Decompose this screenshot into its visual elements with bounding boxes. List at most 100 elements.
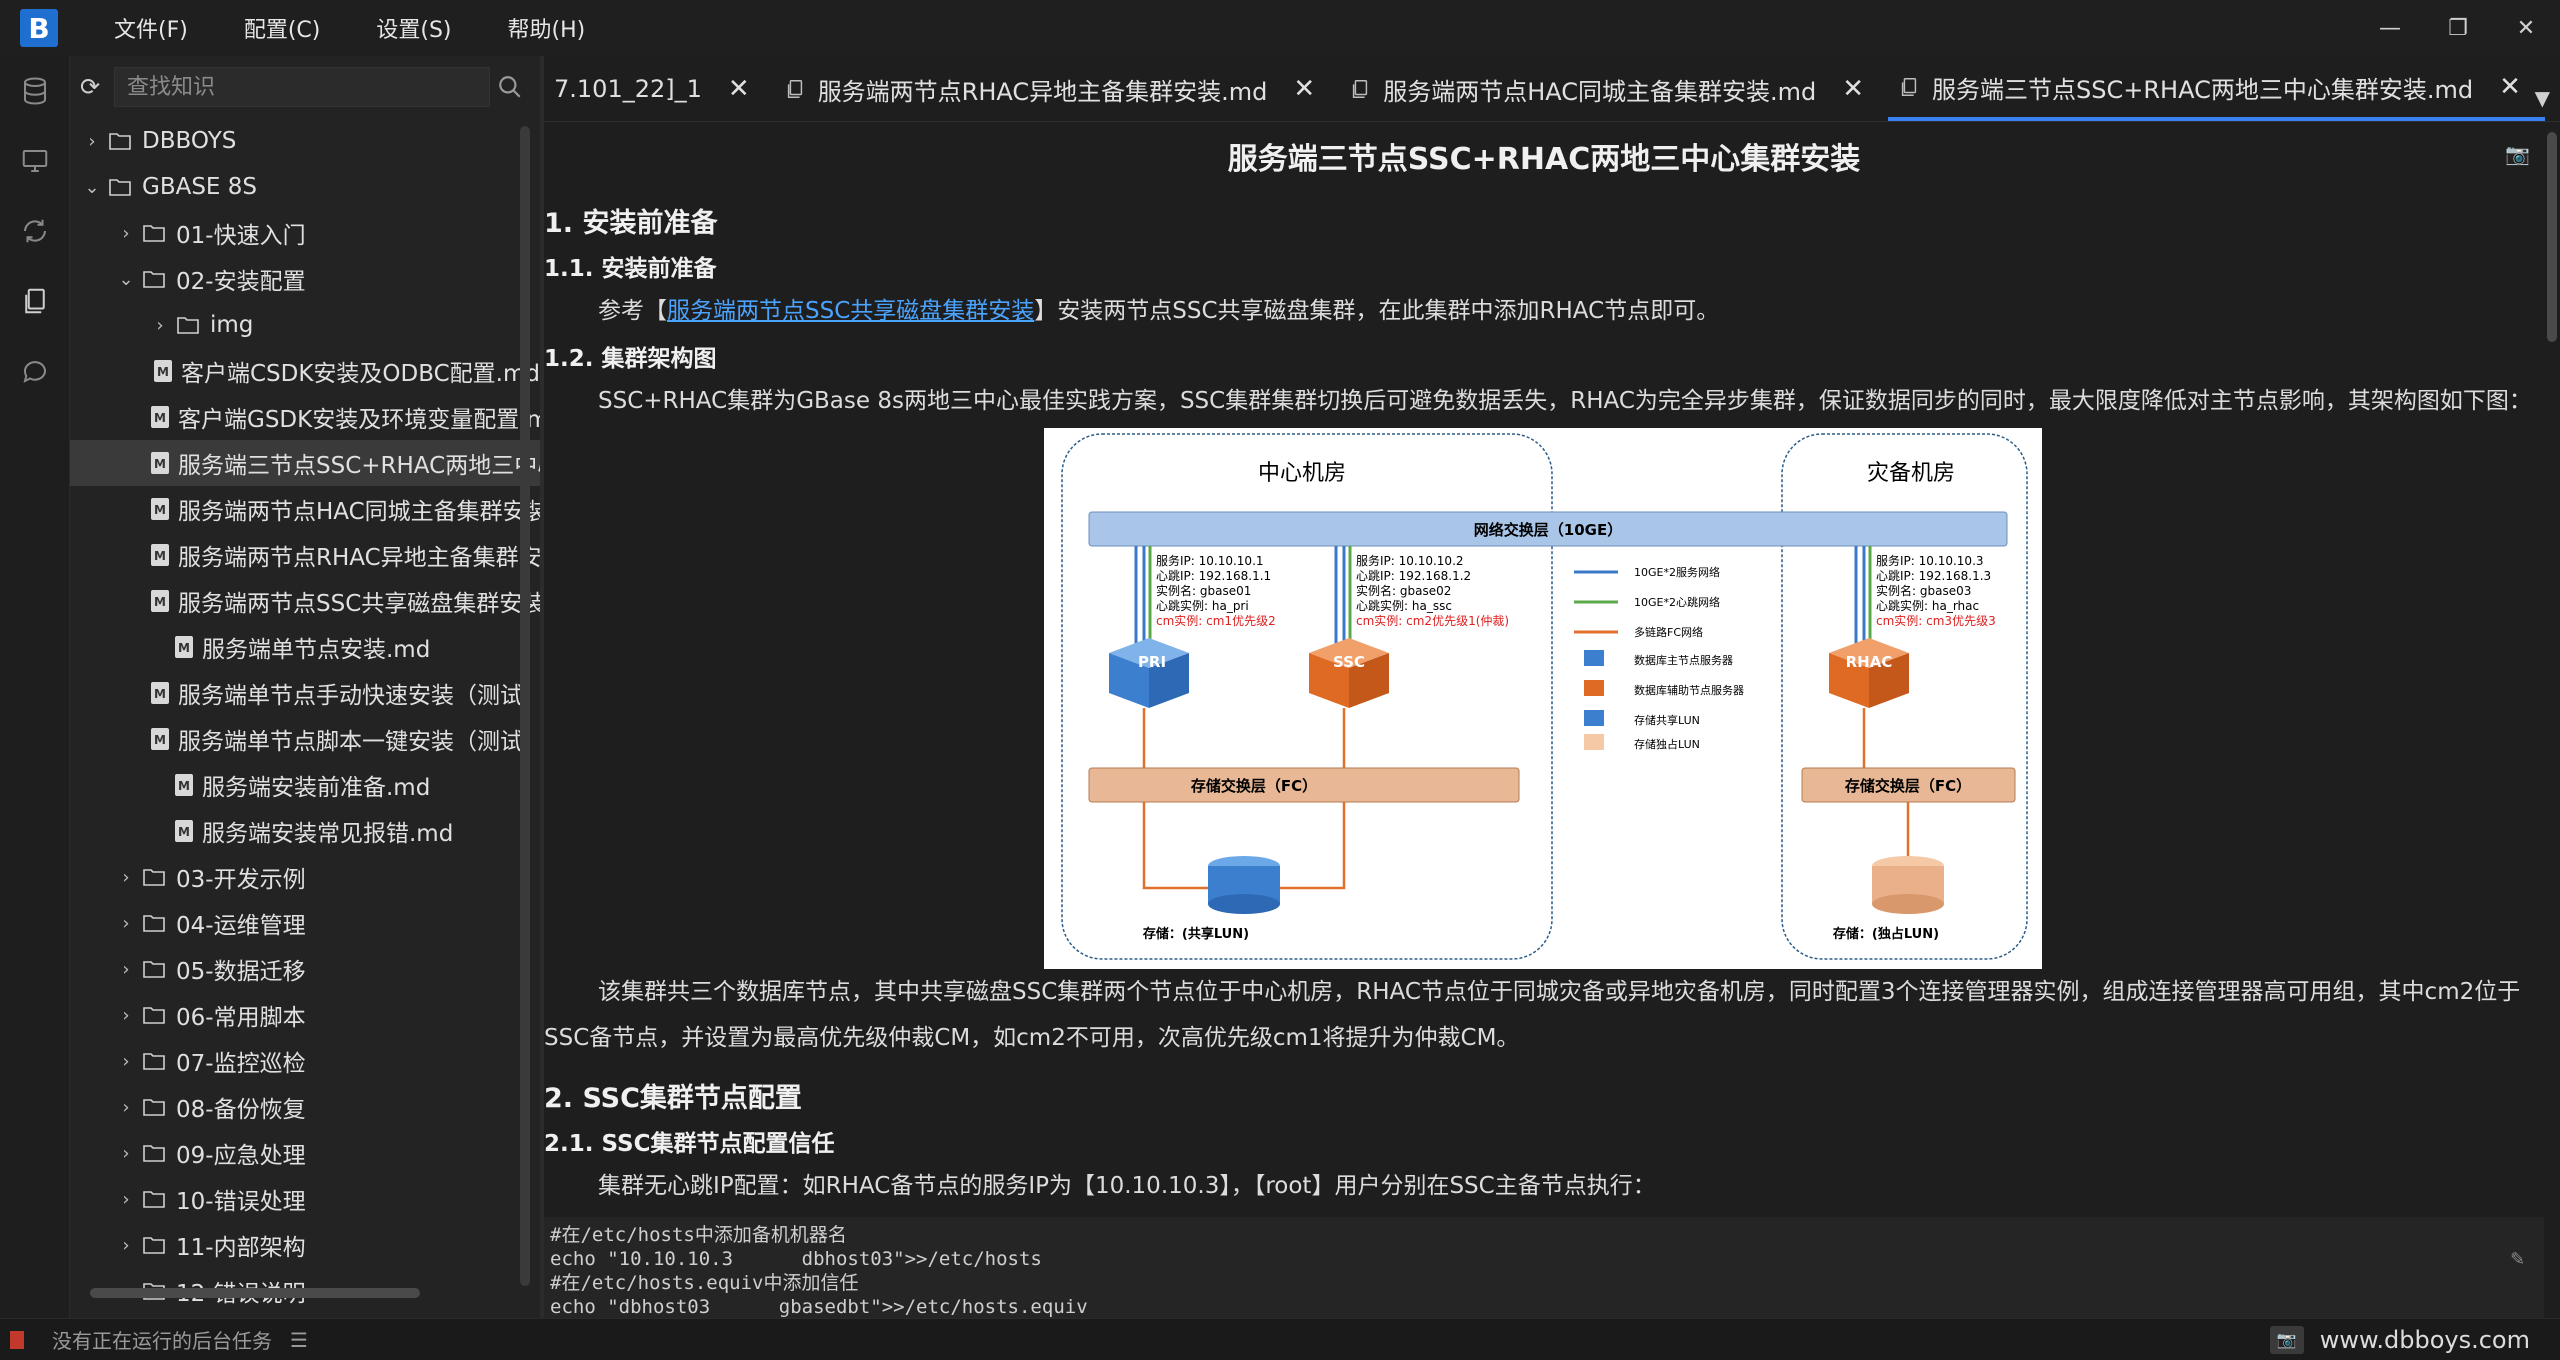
tree-item-label: 客户端CSDK安装及ODBC配置.md	[180, 361, 540, 387]
tree-file[interactable]: M 客户端GSDK安装及环境变量配置.md	[70, 394, 540, 440]
chevron-right-icon[interactable]: ›	[116, 959, 136, 980]
tree-item-label: 05-数据迁移	[176, 959, 306, 985]
chevron-right-icon[interactable]: ›	[116, 223, 136, 244]
tree-file[interactable]: M 客户端CSDK安装及ODBC配置.md	[70, 348, 540, 394]
search-icon[interactable]	[490, 74, 530, 100]
tree-folder[interactable]: › 05-数据迁移	[70, 946, 540, 992]
tree-item-label: 客户端GSDK安装及环境变量配置.md	[178, 407, 540, 433]
sidebar-horizontal-scrollbar[interactable]	[90, 1288, 420, 1298]
menu-file[interactable]: 文件(F)	[86, 12, 216, 44]
folder-icon	[142, 222, 168, 244]
task-list-icon[interactable]: ☰	[290, 1328, 308, 1352]
center-room-label: 中心机房	[1258, 461, 1346, 486]
chevron-down-icon[interactable]: ⌄	[82, 177, 102, 198]
tree-file[interactable]: M 服务端安装常见报错.md	[70, 808, 540, 854]
edit-icon[interactable]: ✎	[2511, 1247, 2524, 1271]
tree-folder[interactable]: ⌄ GBASE 8S	[70, 164, 540, 210]
chevron-right-icon[interactable]: ›	[116, 1143, 136, 1164]
tree-folder[interactable]: › 11-内部架构	[70, 1222, 540, 1268]
chevron-right-icon[interactable]: ›	[116, 1097, 136, 1118]
tree-folder[interactable]: › 07-监控巡检	[70, 1038, 540, 1084]
editor-tab[interactable]: 服务端两节点HAC同城主备集群安装.md ✕	[1339, 57, 1888, 121]
tree-folder[interactable]: › 06-常用脚本	[70, 992, 540, 1038]
chevron-down-icon[interactable]: ⌄	[116, 269, 136, 290]
editor-tab[interactable]: 服务端两节点RHAC异地主备集群安装.md ✕	[774, 57, 1340, 121]
tree-item-label: 服务端两节点HAC同城主备集群安装.md	[178, 499, 540, 525]
ssc-label: SSC	[1333, 653, 1365, 671]
monitor-icon[interactable]	[0, 126, 70, 196]
svg-text:M: M	[154, 687, 166, 701]
chevron-right-icon[interactable]: ›	[150, 315, 170, 336]
camera-icon[interactable]: 📷	[2505, 142, 2530, 166]
ssc-line-2: 心跳IP: 192.168.1.2	[1356, 569, 1471, 583]
tree-item-label: 03-开发示例	[176, 867, 306, 893]
tree-folder[interactable]: › 10-错误处理	[70, 1176, 540, 1222]
exclusive-storage-label: 存储：(独占LUN)	[1833, 926, 1939, 942]
pri-label: PRI	[1138, 653, 1166, 671]
rhac-server-icon: RHAC	[1829, 638, 1909, 708]
editor-tab[interactable]: 7.101_22]_1 ✕	[544, 57, 774, 121]
tab-label: 服务端三节点SSC+RHAC两地三中心集群安装.md	[1932, 75, 2474, 104]
chevron-right-icon[interactable]: ›	[82, 131, 102, 152]
close-tab-icon[interactable]: ✕	[728, 74, 750, 104]
tree-file[interactable]: M 服务端安装前准备.md	[70, 762, 540, 808]
tree-file[interactable]: M 服务端两节点HAC同城主备集群安装.md	[70, 486, 540, 532]
tree-file[interactable]: M 服务端两节点SSC共享磁盘集群安装.md	[70, 578, 540, 624]
folder-icon	[142, 1004, 168, 1026]
chevron-right-icon[interactable]: ›	[116, 913, 136, 934]
restore-button[interactable]: ❐	[2424, 0, 2492, 56]
tree-file[interactable]: M 服务端单节点安装.md	[70, 624, 540, 670]
code-line-3: #在/etc/hosts.equiv中添加信任	[550, 1272, 859, 1294]
svg-text:M: M	[154, 595, 166, 609]
chevron-right-icon[interactable]: ›	[116, 1005, 136, 1026]
content-scrollbar[interactable]	[2544, 122, 2560, 1318]
sidebar-scrollbar[interactable]	[520, 126, 530, 1286]
close-tab-icon[interactable]: ✕	[2499, 72, 2521, 102]
search-input[interactable]	[114, 67, 490, 107]
paragraph-cluster-desc: 该集群共三个数据库节点，其中共享磁盘SSC集群两个节点位于中心机房，RHAC节点…	[544, 979, 2521, 1051]
markdown-file-icon: M	[150, 405, 170, 429]
tree-file[interactable]: M 服务端单节点脚本一键安装（测试）.md	[70, 716, 540, 762]
chevron-right-icon[interactable]: ›	[116, 867, 136, 888]
chat-icon[interactable]	[0, 336, 70, 406]
menu-settings[interactable]: 设置(S)	[348, 12, 479, 44]
ssc-line-3: 实例名: gbase02	[1356, 583, 1451, 598]
chevron-right-icon[interactable]: ›	[116, 1235, 136, 1256]
screenshot-icon[interactable]: 📷	[2269, 1325, 2304, 1354]
exclusive-storage-icon	[1872, 856, 1944, 914]
chevron-right-icon[interactable]: ›	[116, 1189, 136, 1210]
tree-file[interactable]: M 服务端三节点SSC+RHAC两地三中心集群安装.md	[70, 440, 540, 486]
tree-file[interactable]: M 服务端两节点RHAC异地主备集群安装.md	[70, 532, 540, 578]
tab-overflow-icon[interactable]: ▼	[2535, 86, 2550, 110]
chevron-right-icon[interactable]: ›	[116, 1051, 136, 1072]
tree-folder[interactable]: › 04-运维管理	[70, 900, 540, 946]
close-tab-icon[interactable]: ✕	[1293, 74, 1315, 104]
tree-folder[interactable]: › 08-备份恢复	[70, 1084, 540, 1130]
close-window-button[interactable]: ✕	[2492, 0, 2560, 56]
scrollbar-thumb[interactable]	[2547, 132, 2557, 342]
tree-folder[interactable]: › 01-快速入门	[70, 210, 540, 256]
menu-config[interactable]: 配置(C)	[216, 12, 349, 44]
reference-link[interactable]: 服务端两节点SSC共享磁盘集群安装	[667, 298, 1034, 324]
tab-label: 服务端两节点RHAC异地主备集群安装.md	[817, 77, 1268, 106]
sync-icon[interactable]	[0, 196, 70, 266]
code-block[interactable]: #在/etc/hosts中添加备机机器名 echo "10.10.10.3 db…	[544, 1217, 2544, 1318]
heading-1-2: 1.2. 集群架构图	[544, 346, 717, 372]
tree-folder[interactable]: › 03-开发示例	[70, 854, 540, 900]
pri-line-2: 心跳IP: 192.168.1.1	[1156, 569, 1271, 583]
tree-folder[interactable]: › DBBOYS	[70, 118, 540, 164]
tree-file[interactable]: M 服务端单节点手动快速安装（测试）.md	[70, 670, 540, 716]
editor-tab[interactable]: 服务端三节点SSC+RHAC两地三中心集群安装.md ✕	[1888, 57, 2545, 121]
close-tab-icon[interactable]: ✕	[1842, 74, 1864, 104]
tree-folder[interactable]: ⌄ 02-安装配置	[70, 256, 540, 302]
database-icon[interactable]	[0, 56, 70, 126]
architecture-diagram: 中心机房 灾备机房 网络交换层（10GE） 服务IP: 10.10.10.1 心…	[1044, 428, 2042, 969]
refresh-icon[interactable]: ⟳	[80, 73, 114, 101]
minimize-button[interactable]: —	[2356, 0, 2424, 56]
tree-folder[interactable]: › 09-应急处理	[70, 1130, 540, 1176]
menu-help[interactable]: 帮助(H)	[480, 12, 614, 44]
documents-icon[interactable]	[0, 266, 70, 336]
website-link[interactable]: www.dbboys.com	[2320, 1326, 2530, 1354]
svg-text:M: M	[154, 503, 166, 517]
tree-folder[interactable]: › img	[70, 302, 540, 348]
